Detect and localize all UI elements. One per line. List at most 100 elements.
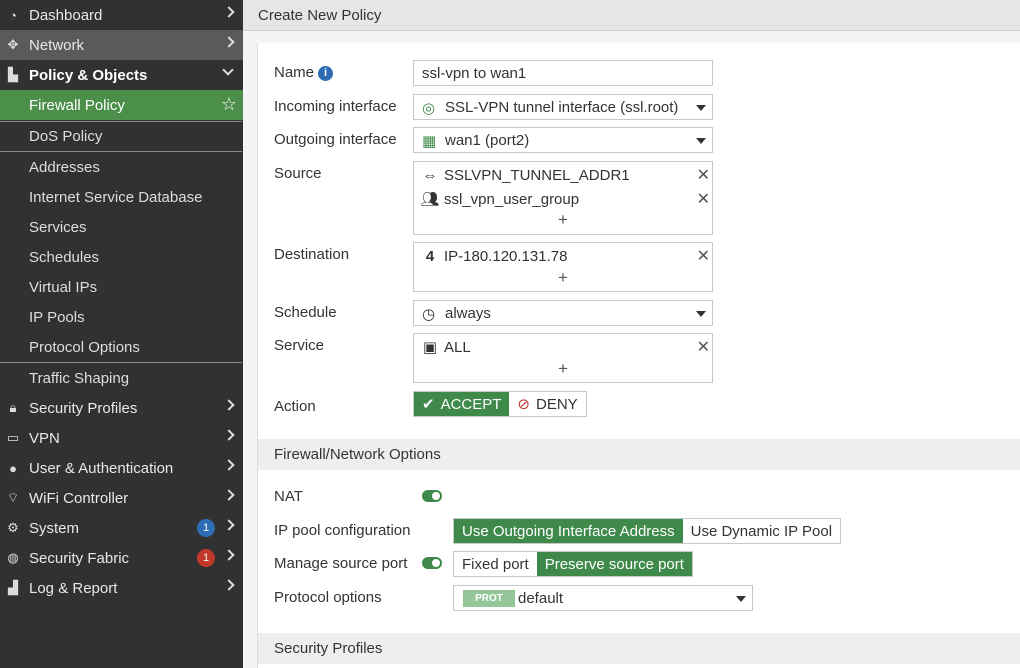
service-field[interactable]: ▣ ALL ✕ + [413,333,713,383]
manage-source-port-label: Manage source port [274,555,408,572]
nav-vpn[interactable]: ▭ VPN [0,423,243,453]
remove-icon[interactable]: ✕ [697,337,710,357]
info-icon[interactable]: i [318,65,334,81]
sub-schedules[interactable]: Schedules [0,242,243,272]
add-service-button[interactable]: + [414,359,712,379]
use-outgoing-interface-button[interactable]: Use Outgoing Interface Address [454,519,683,543]
source-item-label: SSLVPN_TUNNEL_ADDR1 [444,166,630,184]
gear-icon: ⚙ [7,520,19,535]
name-label-text: Name [274,64,315,81]
chevron-right-icon [223,399,235,411]
dashboard-icon: ◔ [9,7,17,23]
check-icon: ✔ [422,396,435,413]
source-field[interactable]: ⇔ SSLVPN_TUNNEL_ADDR1 ✕ 👥︎ ssl_vpn_user_… [413,161,713,235]
nav-vpn-label: VPN [29,429,60,447]
source-port-toggle[interactable] [422,557,442,569]
notification-badge: 1 [197,519,215,537]
sub-firewall-policy[interactable]: Firewall Policy ☆ [0,90,243,120]
add-source-button[interactable]: + [414,210,712,230]
sub-internet-service-db[interactable]: Internet Service Database [0,182,243,212]
list-item: 4 IP-180.120.131.78 ✕ [422,245,710,267]
name-input[interactable]: ssl-vpn to wan1 [413,60,713,86]
sub-services[interactable]: Services [0,212,243,242]
chart-icon: ▟ [8,580,18,595]
nat-label: NAT [274,488,303,505]
policy-icon: ▙ [8,67,18,82]
sub-virtual-ips[interactable]: Virtual IPs [0,272,243,302]
chevron-down-icon [696,105,706,111]
chevron-right-icon [223,519,235,531]
nav-network-label: Network [29,36,85,54]
fabric-icon: ◍ [7,550,19,565]
chevron-right-icon [223,459,235,471]
chevron-down-icon [222,64,234,76]
nav-dashboard[interactable]: ◔ Dashboard [0,0,243,30]
fw-options-section: Firewall/Network Options [258,439,1020,470]
sub-traffic-shaping[interactable]: Traffic Shaping [0,363,243,393]
accept-label: ACCEPT [440,395,502,413]
preserve-source-port-button[interactable]: Preserve source port [536,552,692,576]
nav-policy-objects[interactable]: ▙ Policy & Objects [0,60,243,90]
ipv4-address-icon: 4 [425,247,435,265]
sub-traffic-shaping-label: Traffic Shaping [29,369,130,387]
chevron-right-icon [223,549,235,561]
sidebar: ◔ Dashboard ✥ Network ▙ Policy & Objects… [0,0,243,668]
action-toggle: ✔ ACCEPT ⊘ DENY [413,391,587,417]
add-destination-button[interactable]: + [414,268,712,288]
remove-icon[interactable]: ✕ [697,165,710,185]
remove-icon[interactable]: ✕ [697,246,710,266]
user-icon: ● [9,460,17,476]
user-group-icon: 👥︎ [420,191,440,208]
outgoing-interface-select[interactable]: ▦ wan1 (port2) [413,127,713,153]
nav-network[interactable]: ✥ Network [0,30,243,60]
prot-tag: PROT [463,590,515,607]
network-icon: ✥ [7,37,19,52]
nav-log-report[interactable]: ▟ Log & Report [0,573,243,603]
nav-security-fabric-label: Security Fabric [29,549,130,567]
service-icon: ▣ [422,339,438,356]
protocol-options-value: default [518,590,564,607]
address-icon: ⇔ [422,166,438,184]
outgoing-interface-label: Outgoing interface [274,131,397,148]
sub-addresses[interactable]: Addresses [0,152,243,182]
policy-form: Name i ssl-vpn to wan1 Incoming interface… [257,43,1020,668]
incoming-interface-select[interactable]: ◎ SSL-VPN tunnel interface (ssl.root) [413,94,713,120]
sub-protocol-options-label: Protocol Options [29,338,140,356]
clock-icon: ◷ [422,306,436,323]
incoming-interface-value: SSL-VPN tunnel interface (ssl.root) [445,99,679,116]
protocol-options-select[interactable]: PROT default [453,585,753,611]
destination-label: Destination [274,246,350,263]
deny-icon: ⊘ [517,396,530,413]
fixed-port-button[interactable]: Fixed port [454,552,537,576]
action-label: Action [274,398,316,415]
main-content: Create New Policy Name i ssl-vpn to wan1 … [243,0,1020,668]
nav-dashboard-label: Dashboard [29,6,103,24]
source-item-label: ssl_vpn_user_group [444,190,580,208]
deny-label: DENY [536,395,578,413]
use-dynamic-ip-pool-button[interactable]: Use Dynamic IP Pool [683,519,840,543]
star-icon[interactable]: ☆ [221,94,237,115]
accept-button[interactable]: ✔ ACCEPT [414,392,510,416]
service-label: Service [274,337,325,354]
list-item: ⇔ SSLVPN_TUNNEL_ADDR1 ✕ [422,164,711,186]
nav-system[interactable]: ⚙ System 1 [0,513,243,543]
outgoing-interface-value: wan1 (port2) [445,132,530,149]
schedule-select[interactable]: ◷ always [413,300,713,326]
security-profiles-section: Security Profiles [258,633,1020,664]
nav-security-fabric[interactable]: ◍ Security Fabric 1 [0,543,243,573]
nav-security-profiles[interactable]: 🔒︎ Security Profiles [0,393,243,423]
deny-button[interactable]: ⊘ DENY [509,392,585,416]
destination-field[interactable]: 4 IP-180.120.131.78 ✕ + [413,242,713,292]
nav-wifi-controller[interactable]: ⌔ WiFi Controller [0,483,243,513]
sub-dos-policy[interactable]: DoS Policy [0,121,243,151]
name-label: Name i [274,64,334,81]
ip-pool-toggle: Use Outgoing Interface Address Use Dynam… [453,518,842,544]
ip-pool-label: IP pool configuration [274,522,411,539]
list-item: 👥︎ ssl_vpn_user_group ✕ [420,188,710,210]
sub-services-label: Services [29,218,87,236]
remove-icon[interactable]: ✕ [697,189,710,209]
sub-protocol-options[interactable]: Protocol Options [0,332,243,362]
nat-toggle[interactable] [422,490,442,502]
sub-ip-pools[interactable]: IP Pools [0,302,243,332]
nav-user-auth[interactable]: ● User & Authentication [0,453,243,483]
